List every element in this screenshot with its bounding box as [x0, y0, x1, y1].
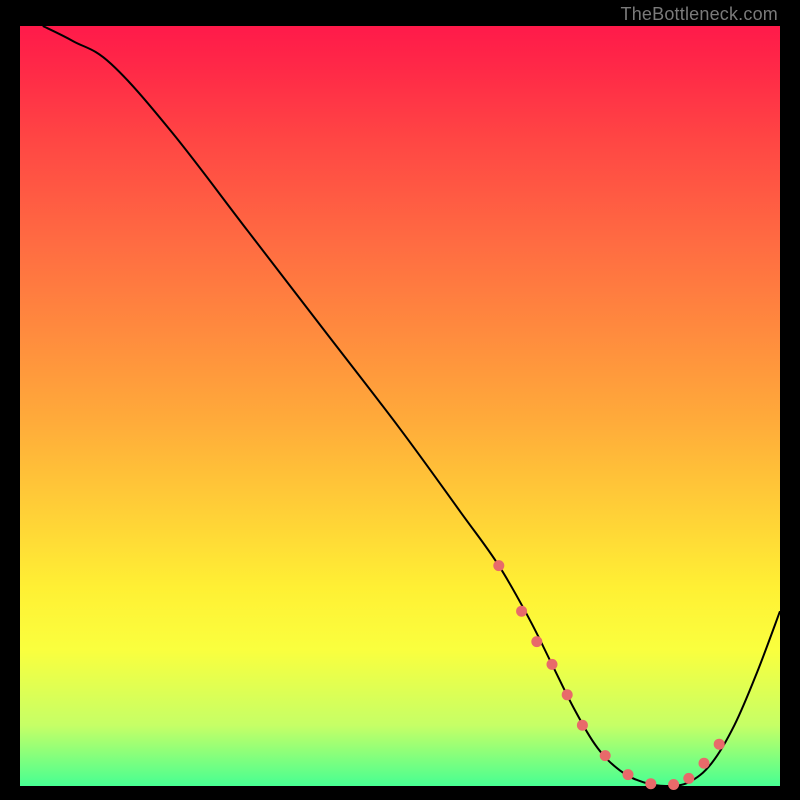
- chart-plot-area: [20, 26, 780, 786]
- bottleneck-curve-line: [43, 26, 780, 786]
- curve-marker-dot: [623, 769, 634, 780]
- curve-marker-dot: [562, 689, 573, 700]
- curve-marker-dot: [577, 720, 588, 731]
- curve-marker-dot: [516, 606, 527, 617]
- curve-marker-dot: [645, 778, 656, 789]
- curve-marker-dot: [531, 636, 542, 647]
- curve-marker-dot: [714, 739, 725, 750]
- curve-marker-dot: [600, 750, 611, 761]
- curve-marker-dot: [683, 773, 694, 784]
- curve-marker-dot: [699, 758, 710, 769]
- chart-svg: [20, 26, 780, 786]
- curve-marker-dot: [493, 560, 504, 571]
- curve-marker-dot: [668, 779, 679, 790]
- curve-marker-dot: [547, 659, 558, 670]
- curve-marker-group: [493, 560, 724, 790]
- attribution-text: TheBottleneck.com: [621, 4, 778, 25]
